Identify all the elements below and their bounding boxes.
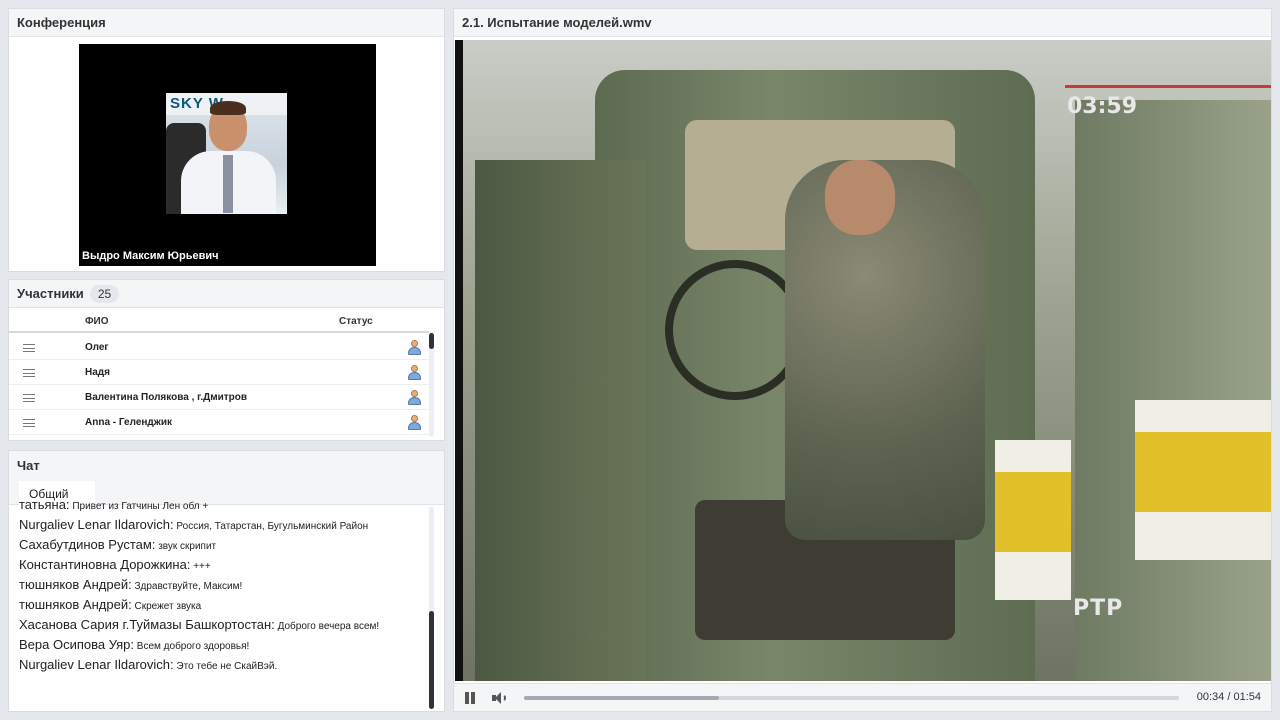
speaker-video[interactable]: SKY W Выдро Максим Юрьевич: [79, 44, 376, 266]
drag-handle-icon[interactable]: [23, 419, 35, 427]
speaker-photo: SKY W: [166, 93, 287, 214]
participants-scrollbar[interactable]: [429, 333, 434, 437]
participant-row[interactable]: Олег: [9, 335, 429, 360]
message-text: Доброго вечера всем!: [277, 621, 380, 632]
user-status-icon: [407, 365, 421, 381]
participants-scroll-thumb[interactable]: [429, 333, 434, 349]
user-status-icon: [407, 415, 421, 431]
participants-list: Олег Надя Валентина Полякова , г.Дмитров…: [9, 335, 429, 435]
participant-name: Надя: [85, 367, 110, 378]
speaker-name: Выдро Максим Юрьевич: [82, 250, 219, 262]
chat-message: Вера Осипова Уяр: Всем доброго здоровья!: [19, 638, 431, 652]
participants-header: Участники 25: [9, 280, 444, 308]
chat-message: Nurgaliev Lenar Ildarovich: Россия, Тата…: [19, 518, 431, 532]
chat-message: татьяна: Привет из Гатчины Лен обл +: [19, 501, 431, 512]
message-author: Хасанова Сария г.Туймазы Башкортостан:: [19, 617, 275, 632]
chat-message: тюшняков Андрей: Скрежет звука: [19, 598, 431, 612]
message-author: Вера Осипова Уяр:: [19, 637, 134, 652]
message-text: звук скрипит: [158, 541, 217, 552]
video-title: 2.1. Испытание моделей.wmv: [454, 9, 1271, 37]
participants-panel: Участники 25 ФИО Статус Олег Надя Валент…: [8, 279, 445, 441]
chat-message: тюшняков Андрей: Здравствуйте, Максим!: [19, 578, 431, 592]
channel-logo: РТР: [1073, 596, 1124, 621]
participant-name: Валентина Полякова , г.Дмитров: [85, 392, 248, 403]
participants-title: Участники: [17, 286, 84, 301]
chat-scrollbar[interactable]: [429, 507, 434, 709]
volume-icon[interactable]: [492, 692, 506, 704]
message-text: Здравствуйте, Максим!: [134, 581, 243, 592]
participant-row[interactable]: Anna - Геленджик: [9, 410, 429, 435]
player-controls: 00:34 / 01:54: [454, 683, 1271, 711]
message-author: Константиновна Дорожкина:: [19, 557, 191, 572]
chat-message: Константиновна Дорожкина: +++: [19, 558, 431, 572]
time-display: 00:34 / 01:54: [1196, 691, 1261, 703]
broadcast-clock: 03:59: [1067, 94, 1138, 119]
message-text: Привет из Гатчины Лен обл +: [72, 501, 209, 512]
chat-title: Чат: [9, 451, 444, 479]
message-author: Сахабутдинов Рустам:: [19, 537, 156, 552]
chat-scroll-thumb[interactable]: [429, 611, 434, 709]
participant-row[interactable]: Надя: [9, 360, 429, 385]
progress-fill: [524, 696, 720, 700]
participant-name: Anna - Геленджик: [85, 417, 173, 428]
message-text: Россия, Татарстан, Бугульминский Район: [176, 521, 369, 532]
pause-icon[interactable]: [464, 692, 476, 704]
user-status-icon: [407, 340, 421, 356]
chat-message: Хасанова Сария г.Туймазы Башкортостан: Д…: [19, 618, 431, 632]
chat-panel: Чат Общий татьяна: Привет из Гатчины Лен…: [8, 450, 445, 712]
video-player-panel: 2.1. Испытание моделей.wmv 03:59 РТР 00:…: [453, 8, 1272, 712]
column-header-name[interactable]: ФИО: [85, 316, 109, 327]
column-header-status[interactable]: Статус: [339, 316, 373, 327]
message-author: тюшняков Андрей:: [19, 577, 132, 592]
conference-panel: Конференция SKY W Выдро Максим Юрьевич: [8, 8, 445, 272]
chat-message: Nurgaliev Lenar Ildarovich: Это тебе не …: [19, 658, 431, 672]
message-author: тюшняков Андрей:: [19, 597, 132, 612]
participant-row[interactable]: Валентина Полякова , г.Дмитров: [9, 385, 429, 410]
message-text: Всем доброго здоровья!: [136, 641, 250, 652]
conference-title: Конференция: [9, 9, 444, 37]
user-status-icon: [407, 390, 421, 406]
progress-bar[interactable]: [524, 696, 1179, 700]
drag-handle-icon[interactable]: [23, 369, 35, 377]
drag-handle-icon[interactable]: [23, 344, 35, 352]
participants-table-header: ФИО Статус: [9, 313, 429, 333]
message-author: Nurgaliev Lenar Ildarovich:: [19, 517, 174, 532]
chat-messages: татьяна: Привет из Гатчины Лен обл + Nur…: [19, 501, 431, 709]
message-text: Скрежет звука: [134, 601, 202, 612]
message-text: Это тебе не СкайВэй.: [176, 661, 278, 672]
message-author: Nurgaliev Lenar Ildarovich:: [19, 657, 174, 672]
participant-name: Олег: [85, 342, 109, 353]
message-text: +++: [193, 561, 211, 572]
chat-message: Сахабутдинов Рустам: звук скрипит: [19, 538, 431, 552]
drag-handle-icon[interactable]: [23, 394, 35, 402]
message-author: татьяна:: [19, 501, 70, 512]
video-frame[interactable]: 03:59 РТР: [455, 40, 1271, 681]
participants-count-badge: 25: [89, 284, 120, 303]
